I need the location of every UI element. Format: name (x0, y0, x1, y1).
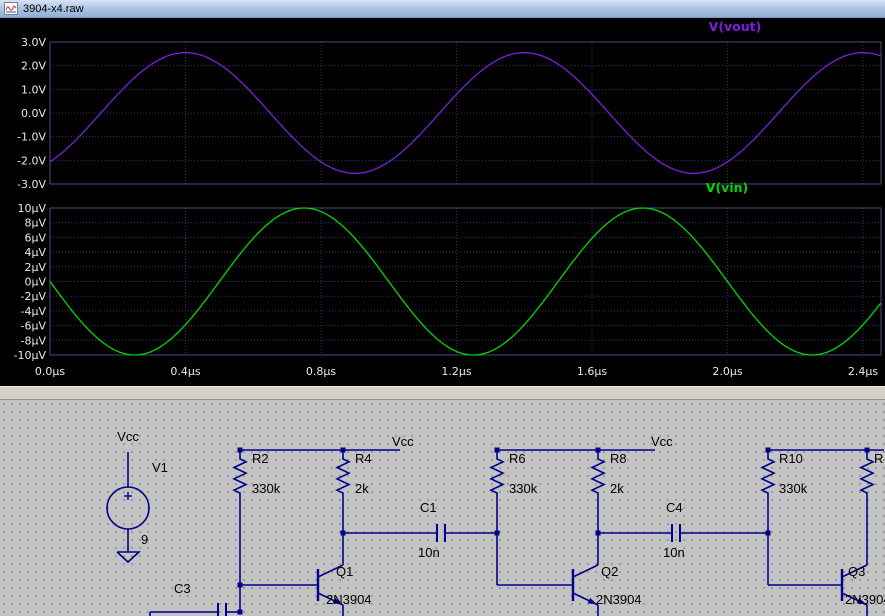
component-label-q2-value[interactable]: 2N3904 (596, 592, 642, 607)
x-tick-label: 0.0µs (35, 365, 65, 378)
y-tick-label: -4µV (21, 305, 47, 318)
y-tick-label: -8µV (21, 334, 47, 347)
y-tick-label: 1.0V (21, 83, 46, 96)
x-tick-label: 1.2µs (441, 365, 471, 378)
ground-icon[interactable] (116, 551, 142, 564)
junction-node (765, 530, 771, 536)
y-tick-label: -2µV (21, 290, 47, 303)
component-label-r2-name[interactable]: R2 (252, 451, 269, 466)
y-tick-label: 3.0V (21, 36, 46, 49)
component-label-c1-value[interactable]: 10n (418, 545, 440, 560)
junction-node (237, 609, 243, 615)
component-label-r8-name[interactable]: R8 (610, 451, 627, 466)
component-label-q1-name[interactable]: Q1 (336, 564, 353, 579)
resistor-r-right-symbol[interactable] (859, 450, 875, 502)
schematic-canvas[interactable]: Vcc V1 9 R2 330k R4 2k Vcc R6 330k R8 2k Vcc R10 330k R… (0, 400, 885, 616)
junction-node (595, 530, 601, 536)
y-tick-label: 2.0V (21, 60, 46, 73)
x-tick-label: 2.0µs (712, 365, 742, 378)
component-label-vcc-flag-1[interactable]: Vcc (392, 434, 414, 449)
resistor-r6-symbol[interactable] (489, 450, 505, 502)
waveform-plot-window: 3.0V 2.0V 1.0V 0.0V -1.0V -2.0V -3.0V V(vout) 10… (0, 18, 885, 386)
component-label-c3-name[interactable]: C3 (174, 581, 191, 596)
plot-pane-border (49, 41, 882, 185)
component-label-c4-value[interactable]: 10n (663, 545, 685, 560)
component-label-r6-name[interactable]: R6 (509, 451, 526, 466)
component-label-q2-name[interactable]: Q2 (601, 564, 618, 579)
junction-node (494, 530, 500, 536)
y-tick-label: -10µV (14, 349, 47, 362)
component-label-r-right-name[interactable]: R (874, 451, 883, 466)
component-label-c4-name[interactable]: C4 (666, 500, 683, 515)
component-label-v1-name[interactable]: V1 (152, 460, 168, 475)
component-label-r10-name[interactable]: R10 (779, 451, 803, 466)
component-label-vcc-flag-2[interactable]: Vcc (651, 434, 673, 449)
window-title: 3904-x4.raw (23, 2, 84, 15)
y-tick-label: -1.0V (17, 131, 46, 144)
y-tick-label: 10µV (17, 202, 46, 215)
x-tick-label: 0.8µs (306, 365, 336, 378)
plot-pane-border (49, 207, 882, 356)
component-label-r2-value[interactable]: 330k (252, 481, 281, 496)
window-icon (4, 2, 18, 15)
component-label-vcc-v1[interactable]: Vcc (117, 429, 139, 444)
y-tick-label: 0.0V (21, 107, 46, 120)
y-tick-label: -2.0V (17, 154, 46, 167)
junction-node (237, 582, 243, 588)
ltspice-window: 3904-x4.raw 3.0V 2.0V 1.0V 0.0V -1.0V -2.0V -3… (0, 0, 885, 616)
trace-label-vout[interactable]: V(vout) (709, 19, 762, 34)
trace-vin (49, 207, 882, 356)
component-label-q3-value[interactable]: 2N3904 (845, 592, 885, 607)
y-tick-label: 2µV (24, 261, 46, 274)
component-label-r4-name[interactable]: R4 (355, 451, 372, 466)
waveform-window-titlebar[interactable]: 3904-x4.raw (0, 0, 885, 18)
y-tick-label: -3.0V (17, 178, 46, 191)
y-tick-label: 8µV (24, 217, 46, 230)
component-label-q3-name[interactable]: Q3 (848, 564, 865, 579)
transistor-q2-symbol[interactable] (572, 564, 599, 578)
trace-vout (49, 52, 881, 174)
x-tick-label: 0.4µs (170, 365, 200, 378)
schematic-window: Vcc V1 9 R2 330k R4 2k Vcc R6 330k R8 2k Vcc R10 330k R… (0, 400, 885, 616)
trace-label-vin[interactable]: V(vin) (706, 180, 748, 195)
component-label-v1-value[interactable]: 9 (141, 532, 148, 547)
junction-node (340, 530, 346, 536)
resistor-r4-symbol[interactable] (335, 450, 351, 502)
y-tick-label: -6µV (21, 320, 47, 333)
component-label-c1-name[interactable]: C1 (420, 500, 437, 515)
resistor-r10-symbol[interactable] (760, 450, 776, 502)
resistor-r2-symbol[interactable] (232, 450, 248, 502)
x-tick-label: 2.4µs (848, 365, 878, 378)
component-label-q1-value[interactable]: 2N3904 (326, 592, 372, 607)
y-tick-label: 4µV (24, 246, 46, 259)
x-tick-label: 1.6µs (577, 365, 607, 378)
resistor-r8-symbol[interactable] (590, 450, 606, 502)
component-label-r10-value[interactable]: 330k (779, 481, 808, 496)
component-label-r8-value[interactable]: 2k (610, 481, 624, 496)
y-tick-label: 6µV (24, 231, 46, 244)
component-label-r6-value[interactable]: 330k (509, 481, 538, 496)
window-chrome-band (0, 386, 885, 400)
y-tick-label: 0µV (24, 276, 46, 289)
waveform-plot-area[interactable]: 3.0V 2.0V 1.0V 0.0V -1.0V -2.0V -3.0V V(vout) 10… (0, 18, 885, 386)
component-label-r4-value[interactable]: 2k (355, 481, 369, 496)
